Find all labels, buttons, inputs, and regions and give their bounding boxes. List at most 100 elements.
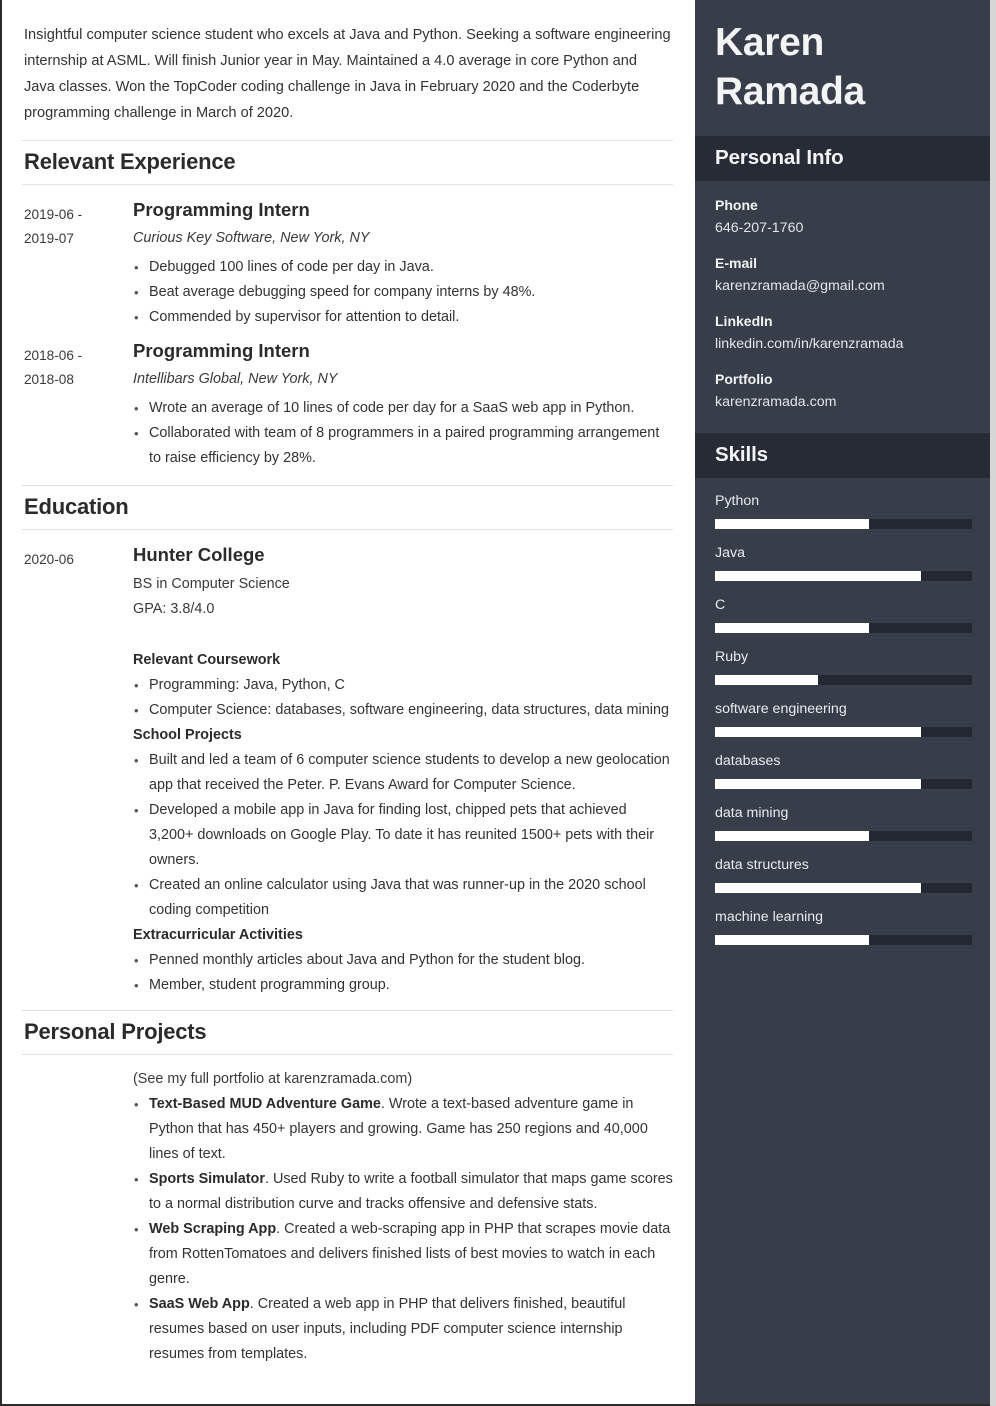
professional-summary: Insightful computer science student who … <box>24 27 671 121</box>
list-item: Sports Simulator. Used Ruby to write a f… <box>133 1167 673 1217</box>
section-title-experience: Relevant Experience <box>22 140 673 185</box>
extracurricular-heading: Extracurricular Activities <box>133 927 303 943</box>
school-projects-heading: School Projects <box>133 727 242 743</box>
experience-bullets: Debugged 100 lines of code per day in Ja… <box>133 255 673 330</box>
skill-bar-fill <box>715 727 921 737</box>
personal-projects-date-spacer <box>22 1067 133 1073</box>
experience-entry: 2019-06 - 2019-07 Programming Intern Cur… <box>22 197 673 330</box>
skill-bar-track <box>715 623 972 633</box>
contact-item-email: E-mail karenzramada@gmail.com <box>715 253 970 297</box>
experience-date-end: 2019-07 <box>24 231 74 246</box>
education-degree: BS in Computer Science <box>133 576 290 592</box>
contact-item-portfolio: Portfolio karenzramada.com <box>715 369 970 413</box>
education-date-value: 2020-06 <box>24 552 74 567</box>
skill-label: software engineering <box>715 701 847 717</box>
skill-label: Python <box>715 493 760 509</box>
skill-bar-track <box>715 519 972 529</box>
candidate-last-name: Ramada <box>715 70 865 113</box>
contact-label: Portfolio <box>715 371 773 387</box>
portfolio-note: (See my full portfolio at karenzramada.c… <box>133 1071 413 1087</box>
list-item: Beat average debugging speed for company… <box>133 280 673 305</box>
section-relevant-experience: Relevant Experience 2019-06 - 2019-07 Pr… <box>22 140 673 471</box>
skill-bar-fill <box>715 675 818 685</box>
experience-date-end: 2018-08 <box>24 372 74 387</box>
personal-info-header: Personal Info <box>695 136 990 181</box>
skill-item: Java <box>715 543 972 581</box>
list-item: Developed a mobile app in Java for findi… <box>133 798 673 873</box>
experience-company: Curious Key Software, New York, NY <box>133 230 370 246</box>
extracurricular-list: Penned monthly articles about Java and P… <box>133 948 673 998</box>
section-title-personal-projects: Personal Projects <box>22 1010 673 1055</box>
project-name: Sports Simulator <box>149 1171 265 1187</box>
section-title-education: Education <box>22 485 673 530</box>
skill-label: machine learning <box>715 909 824 925</box>
skill-bar-fill <box>715 571 921 581</box>
skill-bar-fill <box>715 519 870 529</box>
skill-bar-fill <box>715 779 921 789</box>
skill-label: Ruby <box>715 649 749 665</box>
experience-company: Intellibars Global, New York, NY <box>133 371 338 387</box>
education-gpa: GPA: 3.8/4.0 <box>133 601 215 617</box>
contact-value: linkedin.com/in/karenzramada <box>715 336 904 352</box>
experience-date-start: 2019-06 - <box>24 207 83 222</box>
coursework-list: Programming: Java, Python, C Computer Sc… <box>133 673 673 723</box>
list-item: Programming: Java, Python, C <box>133 673 673 698</box>
personal-projects-body: (See my full portfolio at karenzramada.c… <box>133 1067 673 1367</box>
contact-label: LinkedIn <box>715 313 773 329</box>
experience-body: Programming Intern Curious Key Software,… <box>133 197 673 330</box>
school-projects-list: Built and led a team of 6 computer scien… <box>133 748 673 923</box>
experience-date: 2018-06 - 2018-08 <box>22 338 133 392</box>
skill-item: Ruby <box>715 647 972 685</box>
resume-main-column: Insightful computer science student who … <box>0 0 695 1406</box>
skill-bar-track <box>715 831 972 841</box>
skill-item: C <box>715 595 972 633</box>
experience-job-title: Programming Intern <box>133 340 310 361</box>
skill-label: data structures <box>715 857 809 873</box>
list-item: Created an online calculator using Java … <box>133 873 673 923</box>
skill-bar-fill <box>715 623 870 633</box>
skill-bar-track <box>715 727 972 737</box>
list-item: Penned monthly articles about Java and P… <box>133 948 673 973</box>
experience-entry: 2018-06 - 2018-08 Programming Intern Int… <box>22 338 673 471</box>
skills-header: Skills <box>695 433 990 478</box>
project-name: SaaS Web App <box>149 1296 250 1312</box>
skill-bar-track <box>715 571 972 581</box>
skill-bar-fill <box>715 831 870 841</box>
list-item: Built and led a team of 6 computer scien… <box>133 748 673 798</box>
education-school: Hunter College <box>133 544 265 565</box>
skill-label: databases <box>715 753 781 769</box>
experience-date: 2019-06 - 2019-07 <box>22 197 133 251</box>
contact-value: karenzramada@gmail.com <box>715 278 885 294</box>
experience-job-title: Programming Intern <box>133 199 310 220</box>
skill-bar-fill <box>715 935 870 945</box>
skill-item: machine learning <box>715 907 972 945</box>
section-personal-projects: Personal Projects (See my full portfolio… <box>22 1010 673 1367</box>
list-item: Commended by supervisor for attention to… <box>133 305 673 330</box>
section-education: Education 2020-06 Hunter College BS in C… <box>22 485 673 998</box>
contact-item-phone: Phone 646-207-1760 <box>715 195 970 239</box>
candidate-first-name: Karen <box>715 21 825 64</box>
project-name: Text-Based MUD Adventure Game <box>149 1096 381 1112</box>
page-right-edge <box>990 0 996 1406</box>
skill-bar-fill <box>715 883 921 893</box>
experience-body: Programming Intern Intellibars Global, N… <box>133 338 673 471</box>
contact-value: 646-207-1760 <box>715 220 804 236</box>
experience-bullets: Wrote an average of 10 lines of code per… <box>133 396 673 471</box>
skill-item: data mining <box>715 803 972 841</box>
skill-item: Python <box>715 491 972 529</box>
education-date: 2020-06 <box>22 542 133 572</box>
list-item: Collaborated with team of 8 programmers … <box>133 421 673 471</box>
coursework-heading: Relevant Coursework <box>133 652 281 668</box>
list-item: Wrote an average of 10 lines of code per… <box>133 396 673 421</box>
skill-label: data mining <box>715 805 789 821</box>
list-item: Member, student programming group. <box>133 973 673 998</box>
experience-date-start: 2018-06 - <box>24 348 83 363</box>
skills-list: Python Java C Ruby software engineering … <box>695 478 990 969</box>
personal-info-list: Phone 646-207-1760 E-mail karenzramada@g… <box>695 181 990 433</box>
skill-item: software engineering <box>715 699 972 737</box>
contact-item-linkedin: LinkedIn linkedin.com/in/karenzramada <box>715 311 970 355</box>
skill-bar-track <box>715 675 972 685</box>
skill-bar-track <box>715 935 972 945</box>
skill-item: databases <box>715 751 972 789</box>
